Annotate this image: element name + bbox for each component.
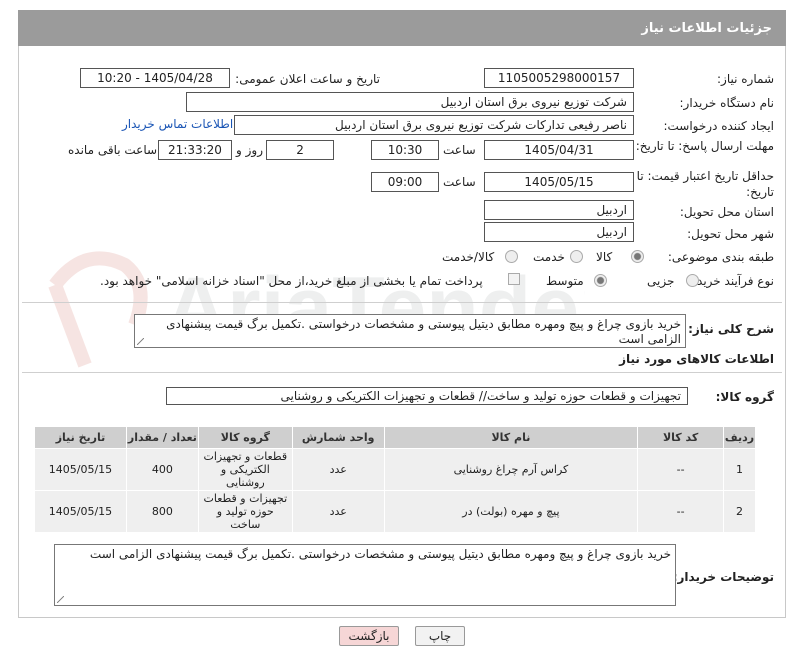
contact-info-link[interactable]: اطلاعات تماس خریدار (122, 117, 233, 131)
time-remaining-field: 21:33:20 (158, 140, 232, 160)
validity-time-field: 09:00 (371, 172, 439, 192)
category-goods-label: کالا (596, 250, 613, 264)
time-remaining-label: ساعت باقی مانده (68, 143, 158, 157)
validity-time-label: ساعت (443, 175, 476, 189)
table-row: 1 -- کراس آرم چراغ روشنایی عدد قطعات و ت… (34, 448, 756, 491)
buyer-org-field: شرکت توزیع نیروی برق استان اردبیل (186, 92, 634, 112)
process-medium-radio[interactable] (594, 274, 607, 287)
cell-date: 1405/05/15 (34, 490, 127, 533)
creator-field: ناصر رفیعی تدارکات شرکت توزیع نیروی برق … (234, 115, 634, 135)
province-field: اردبیل (484, 200, 634, 220)
goods-group-field: تجهیزات و قطعات حوزه تولید و ساخت// قطعا… (166, 387, 688, 405)
deadline-time-field: 10:30 (371, 140, 439, 160)
back-button[interactable]: بازگشت (339, 626, 399, 646)
cell-row: 2 (723, 490, 756, 533)
buyer-notes-textarea[interactable]: خرید بازوی چراغ و پیچ ومهره مطابق دیتیل … (54, 544, 676, 606)
treasury-payment-checkbox[interactable] (508, 273, 520, 285)
description-textarea[interactable]: خرید بازوی چراغ و پیچ ومهره مطابق دیتیل … (134, 314, 686, 348)
col-header-unit: واحد شمارش (291, 426, 385, 449)
treasury-payment-note: پرداخت تمام یا بخشی از مبلغ خرید،از محل … (100, 274, 483, 288)
city-field: اردبیل (484, 222, 634, 242)
cell-qty: 800 (125, 490, 199, 533)
buyer-notes-label: توضیحات خریدار: (672, 570, 774, 584)
buyer-notes-text: خرید بازوی چراغ و پیچ ومهره مطابق دیتیل … (89, 547, 671, 561)
process-label: نوع فرآیند خرید : (689, 274, 774, 288)
cell-code: -- (637, 490, 725, 533)
resize-grip-icon[interactable] (137, 338, 144, 345)
category-both-label: کالا/خدمت (442, 250, 495, 264)
col-header-code: کد کالا (637, 426, 725, 449)
category-both-radio[interactable] (505, 250, 518, 263)
process-medium-label: متوسط (546, 274, 584, 288)
days-label: روز و (236, 143, 263, 157)
cell-qty: 400 (125, 448, 199, 491)
divider (22, 372, 782, 373)
creator-label: ایجاد کننده درخواست: (663, 119, 774, 133)
cell-code: -- (637, 448, 725, 491)
print-button[interactable]: چاپ (415, 626, 465, 646)
category-service-radio[interactable] (570, 250, 583, 263)
goods-section-title: اطلاعات کالاهای مورد نیاز (619, 352, 774, 366)
col-header-date: تاریخ نیاز (34, 426, 127, 449)
cell-group: تجهیزات و قطعات حوزه تولید و ساخت (197, 490, 293, 533)
cell-name: پیچ و مهره (بولت) در (383, 490, 639, 533)
province-label: استان محل تحویل: (679, 205, 774, 219)
description-text: خرید بازوی چراغ و پیچ ومهره مطابق دیتیل … (166, 317, 681, 346)
col-header-row: ردیف (723, 426, 756, 449)
col-header-qty: تعداد / مقدار (125, 426, 199, 449)
description-label: شرح کلی نیاز: (688, 322, 774, 336)
cell-row: 1 (723, 448, 756, 491)
items-table: ردیف کد کالا نام کالا واحد شمارش گروه کا… (34, 426, 756, 533)
col-header-name: نام کالا (383, 426, 639, 449)
deadline-date-field: 1405/04/31 (484, 140, 634, 160)
process-minor-radio[interactable] (686, 274, 699, 287)
validity-label: حداقل تاریخ اعتبار قیمت: تا تاریخ: (636, 169, 774, 199)
col-header-group: گروه کالا (197, 426, 293, 449)
table-row: 2 -- پیچ و مهره (بولت) در عدد تجهیزات و … (34, 490, 756, 533)
table-header-row: ردیف کد کالا نام کالا واحد شمارش گروه کا… (34, 426, 756, 449)
validity-date-field: 1405/05/15 (484, 172, 634, 192)
need-number-label: شماره نیاز: (717, 72, 774, 86)
category-service-label: خدمت (533, 250, 565, 264)
buyer-org-label: نام دستگاه خریدار: (679, 96, 775, 110)
divider (22, 302, 782, 303)
process-minor-label: جزیی (647, 274, 675, 288)
cell-unit: عدد (291, 490, 385, 533)
announce-field: 1405/04/28 - 10:20 (80, 68, 230, 88)
page-title: جزئیات اطلاعات نیاز (641, 20, 772, 36)
category-goods-radio[interactable] (631, 250, 644, 263)
panel-header: جزئیات اطلاعات نیاز (18, 10, 786, 46)
days-remaining-field: 2 (266, 140, 334, 160)
cell-name: کراس آرم چراغ روشنایی (383, 448, 639, 491)
category-label: طبقه بندی موضوعی: (667, 250, 774, 264)
city-label: شهر محل تحویل: (687, 227, 774, 241)
cell-unit: عدد (291, 448, 385, 491)
cell-group: قطعات و تجهیزات الکتریکی و روشنایی (197, 448, 293, 491)
need-number-field: 1105005298000157 (484, 68, 634, 88)
items-table-wrapper: ردیف کد کالا نام کالا واحد شمارش گروه کا… (34, 426, 756, 533)
announce-label: تاریخ و ساعت اعلان عمومی: (235, 72, 380, 86)
deadline-label: مهلت ارسال پاسخ: تا تاریخ: (635, 139, 774, 153)
deadline-time-label: ساعت (443, 143, 476, 157)
resize-grip-icon[interactable] (57, 596, 64, 603)
cell-date: 1405/05/15 (34, 448, 127, 491)
goods-group-label: گروه کالا: (715, 390, 774, 404)
